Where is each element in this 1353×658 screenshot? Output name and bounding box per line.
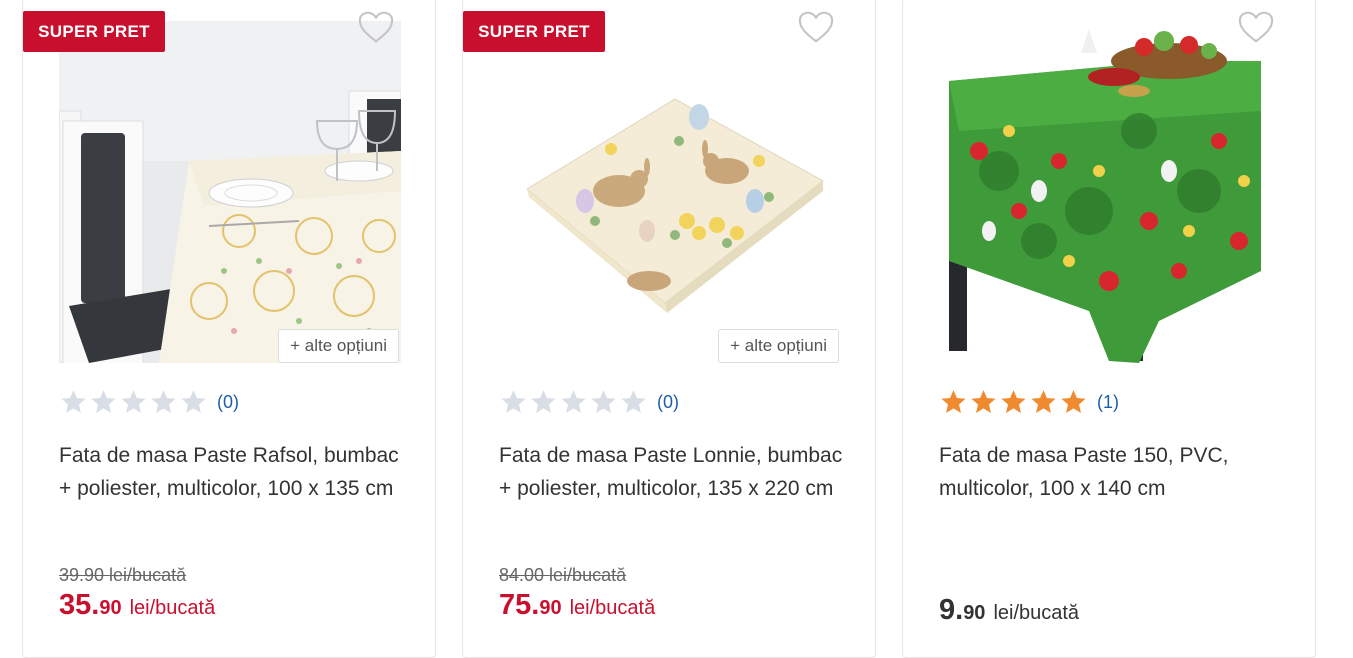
super-pret-badge: SUPER PRET [463, 11, 605, 52]
star-icon [1031, 390, 1056, 413]
product-image[interactable] [59, 21, 401, 363]
star-rating [939, 388, 1088, 416]
price-integer: 9. [939, 594, 964, 626]
old-price: 39.90 lei/bucată [59, 565, 187, 585]
star-icon [1061, 390, 1086, 413]
star-icon [941, 390, 966, 413]
price-decimal: 90 [99, 597, 122, 619]
more-options-button[interactable]: + alte opțiuni [718, 329, 839, 363]
star-rating [499, 388, 648, 416]
super-pret-badge: SUPER PRET [23, 11, 165, 52]
star-rating [59, 388, 208, 416]
star-icon [591, 390, 616, 413]
product-card[interactable]: SUPER PRET + alte opțiuni (0) Fata de ma… [22, 0, 436, 658]
star-icon [181, 390, 206, 413]
current-price: 35. 90 lei/bucată [59, 589, 215, 622]
review-count[interactable]: (0) [657, 392, 679, 413]
product-title[interactable]: Fata de masa Paste 150, PVC, multicolor,… [939, 439, 1284, 505]
star-icon [1001, 390, 1026, 413]
current-price: 75. 90 lei/bucată [499, 589, 655, 622]
current-price: 9. 90 lei/bucată [939, 594, 1079, 627]
favorite-heart-icon[interactable] [1237, 9, 1275, 45]
star-icon [151, 390, 176, 413]
old-price: 84.00 lei/bucată [499, 565, 627, 585]
price-unit: lei/bucată [569, 597, 656, 619]
price-unit: lei/bucată [993, 602, 1080, 624]
rating: (0) [499, 388, 679, 416]
star-icon [121, 390, 146, 413]
review-count[interactable]: (0) [217, 392, 239, 413]
rating: (0) [59, 388, 239, 416]
price-unit: lei/bucată [129, 597, 216, 619]
star-icon [91, 390, 116, 413]
rating: (1) [939, 388, 1119, 416]
product-title[interactable]: Fata de masa Paste Rafsol, bumbac + poli… [59, 439, 404, 505]
product-card[interactable]: SUPER PRET + alte opțiuni (0) Fata de ma… [462, 0, 876, 658]
star-icon [621, 390, 646, 413]
price-integer: 35. [59, 589, 100, 621]
more-options-button[interactable]: + alte opțiuni [278, 329, 399, 363]
price-integer: 75. [499, 589, 540, 621]
favorite-heart-icon[interactable] [797, 9, 835, 45]
price-decimal: 90 [963, 602, 986, 624]
review-count[interactable]: (1) [1097, 392, 1119, 413]
star-icon [971, 390, 996, 413]
star-icon [501, 390, 526, 413]
product-title[interactable]: Fata de masa Paste Lonnie, bumbac + poli… [499, 439, 844, 505]
product-image[interactable] [499, 21, 841, 363]
product-image[interactable] [939, 21, 1281, 363]
price-decimal: 90 [539, 597, 562, 619]
star-icon [531, 390, 556, 413]
star-icon [561, 390, 586, 413]
product-card[interactable]: (1) Fata de masa Paste 150, PVC, multico… [902, 0, 1316, 658]
favorite-heart-icon[interactable] [357, 9, 395, 45]
star-icon [61, 390, 86, 413]
